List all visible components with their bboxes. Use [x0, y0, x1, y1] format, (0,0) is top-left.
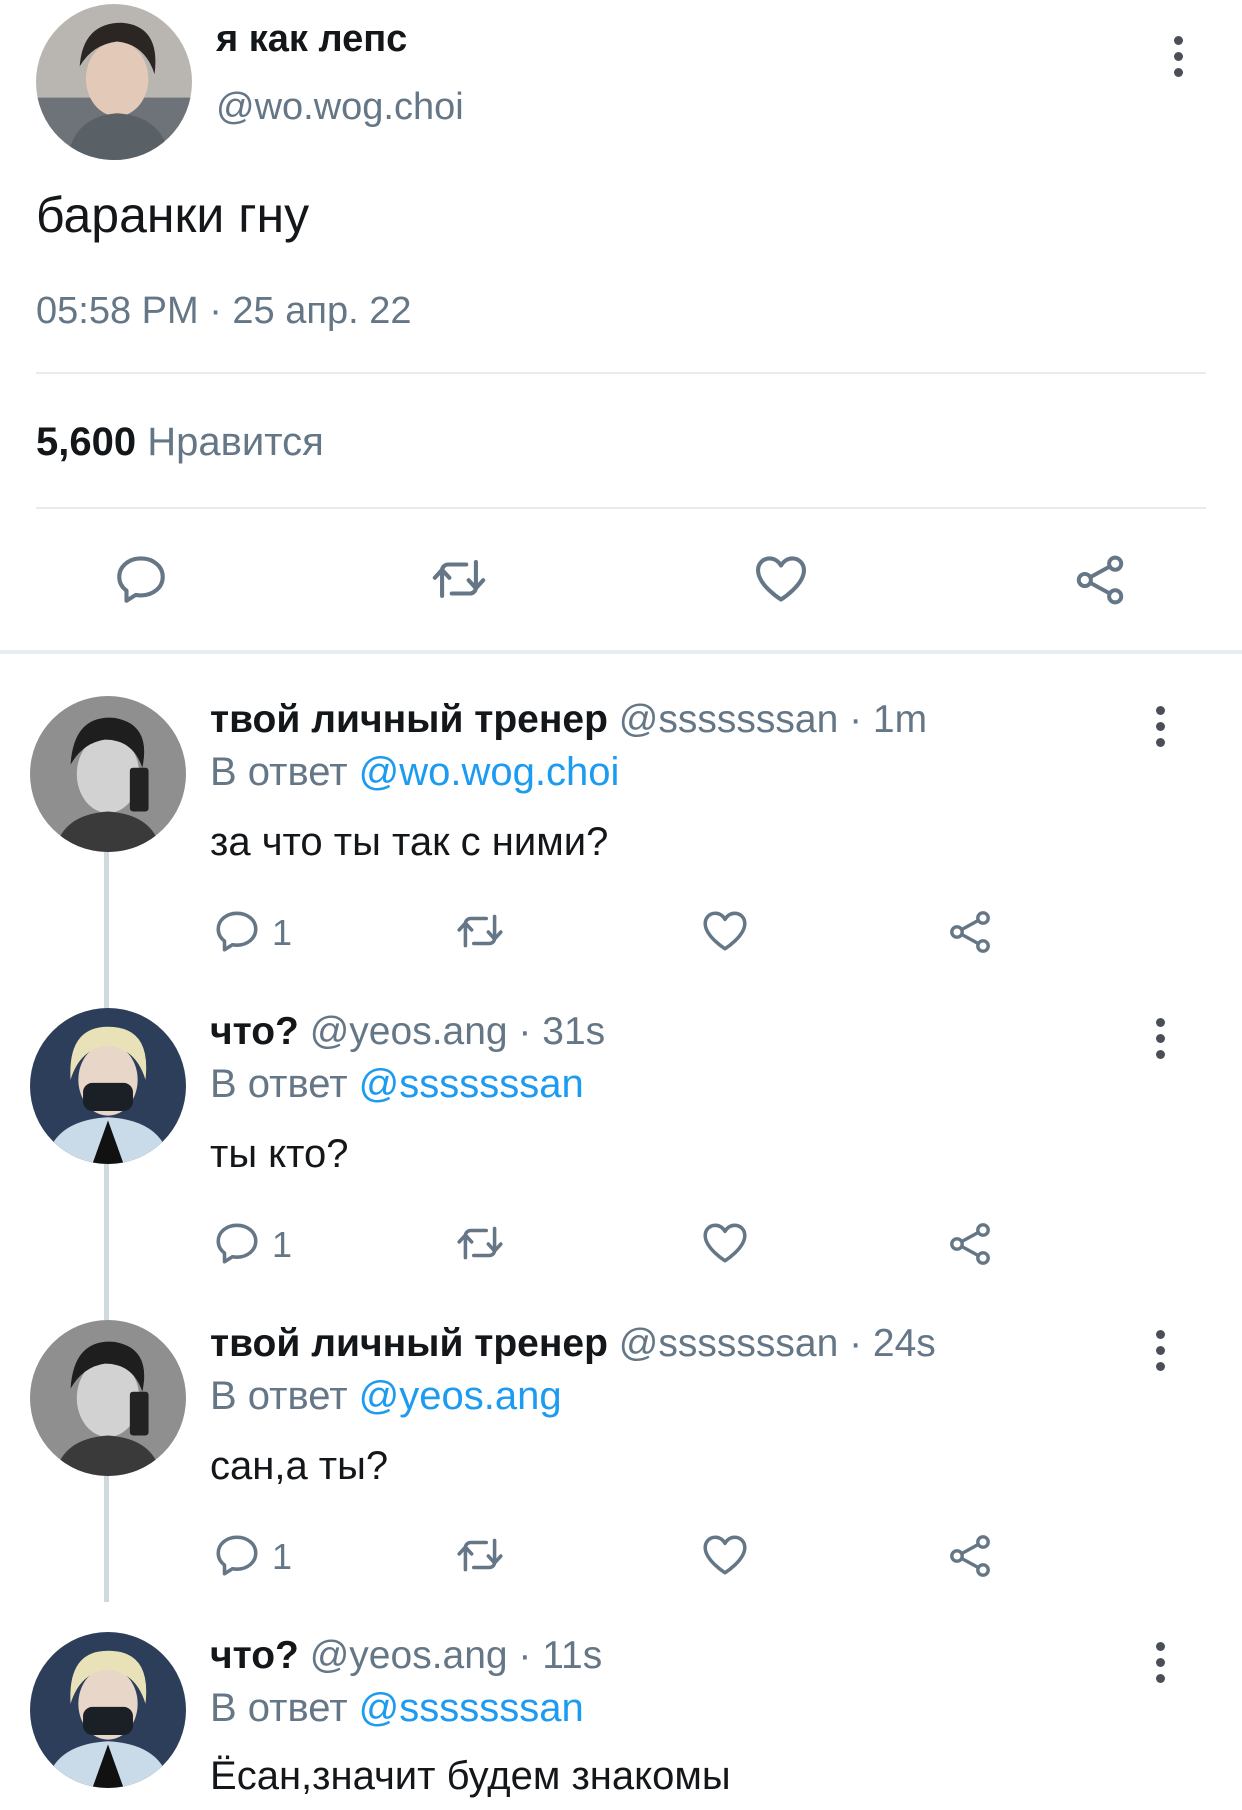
author-handle[interactable]: @wo.wog.choi [216, 86, 464, 129]
like-button[interactable] [700, 1218, 750, 1268]
reply-prefix: В ответ [210, 1062, 348, 1106]
speech-bubble-icon [212, 1530, 262, 1580]
reply-to-mention[interactable]: @wo.wog.choi [359, 750, 620, 794]
reply-display-name[interactable]: что? [210, 1010, 299, 1053]
thread-line [104, 852, 109, 1602]
reply-avatar[interactable] [30, 1008, 186, 1164]
reply-to-mention[interactable]: @sssssssan [359, 1686, 584, 1730]
reply-header: что? @yeos.ang · 11s [210, 1634, 602, 1678]
likes-stat[interactable]: 5,600 Нравится [36, 420, 324, 465]
reply-count: 1 [272, 1536, 293, 1577]
speech-bubble-icon [212, 906, 262, 956]
reply-meta: @yeos.ang · 31s [309, 1010, 606, 1053]
share-icon [946, 1220, 994, 1268]
reply-display-name[interactable]: твой личный тренер [210, 698, 608, 741]
reply-header: твой личный тренер @sssssssan · 1m [210, 698, 927, 742]
reply-text: Ёсан,значит будем знакомы [210, 1754, 731, 1798]
heart-icon [700, 1218, 750, 1268]
more-vertical-icon[interactable] [1154, 1330, 1166, 1378]
speech-bubble-icon [212, 1218, 262, 1268]
retweet-button[interactable] [426, 550, 492, 608]
reply-avatar[interactable] [30, 696, 186, 852]
reply-prefix: В ответ [210, 750, 348, 794]
reply-count: 1 [272, 912, 293, 953]
more-vertical-icon[interactable] [1154, 1018, 1166, 1066]
likes-count: 5,600 [36, 420, 137, 464]
retweet-button[interactable] [452, 1530, 508, 1580]
reply-display-name[interactable]: что? [210, 1634, 299, 1677]
share-button[interactable] [946, 1220, 994, 1268]
retweet-icon [452, 1530, 508, 1580]
reply-text: сан,а ты? [210, 1444, 389, 1488]
like-button[interactable] [700, 1530, 750, 1580]
retweet-icon [452, 1218, 508, 1268]
reply-to-line: В ответ @wo.wog.choi [210, 750, 619, 795]
share-icon [946, 1532, 994, 1580]
reply-header: твой личный тренер @sssssssan · 24s [210, 1322, 936, 1366]
heart-icon [700, 1530, 750, 1580]
retweet-button[interactable] [452, 906, 508, 956]
share-icon [946, 908, 994, 956]
reply-header: что? @yeos.ang · 31s [210, 1010, 605, 1054]
divider [36, 507, 1206, 509]
divider [36, 372, 1206, 374]
reply-to-line: В ответ @sssssssan [210, 1062, 584, 1107]
author-display-name[interactable]: я как лепс [216, 18, 407, 61]
tweet-timestamp: 05:58 PM · 25 апр. 22 [36, 290, 412, 332]
reply-prefix: В ответ [210, 1374, 348, 1418]
reply-to-mention[interactable]: @sssssssan [359, 1062, 584, 1106]
reply-text: за что ты так с ними? [210, 820, 609, 864]
share-button[interactable] [1072, 552, 1128, 608]
more-vertical-icon[interactable] [1154, 706, 1166, 754]
reply-avatar[interactable] [30, 1632, 186, 1788]
heart-icon [752, 550, 810, 608]
heart-icon [700, 906, 750, 956]
reply-text: ты кто? [210, 1132, 349, 1176]
reply-to-line: В ответ @sssssssan [210, 1686, 584, 1731]
reply-display-name[interactable]: твой личный тренер [210, 1322, 608, 1365]
retweet-icon [426, 550, 492, 608]
retweet-icon [452, 906, 508, 956]
reply-to-mention[interactable]: @yeos.ang [359, 1374, 562, 1418]
reply-button[interactable] [112, 550, 170, 608]
reply-avatar[interactable] [30, 1320, 186, 1476]
reply-button[interactable] [212, 906, 262, 956]
reply-button[interactable] [212, 1530, 262, 1580]
tweet-text: баранки гну [36, 187, 310, 243]
like-button[interactable] [700, 906, 750, 956]
reply-to-line: В ответ @yeos.ang [210, 1374, 562, 1419]
share-button[interactable] [946, 908, 994, 956]
likes-label: Нравится [147, 420, 324, 464]
like-button[interactable] [752, 550, 810, 608]
share-button[interactable] [946, 1532, 994, 1580]
more-vertical-icon[interactable] [1172, 36, 1184, 84]
author-avatar[interactable] [36, 4, 192, 160]
section-divider [0, 650, 1242, 654]
reply-button[interactable] [212, 1218, 262, 1268]
more-vertical-icon[interactable] [1154, 1642, 1166, 1690]
reply-prefix: В ответ [210, 1686, 348, 1730]
reply-meta: @sssssssan · 1m [618, 698, 928, 741]
reply-meta: @yeos.ang · 11s [309, 1634, 603, 1677]
speech-bubble-icon [112, 550, 170, 608]
reply-meta: @sssssssan · 24s [618, 1322, 936, 1365]
retweet-button[interactable] [452, 1218, 508, 1268]
reply-count: 1 [272, 1224, 293, 1265]
share-icon [1072, 552, 1128, 608]
